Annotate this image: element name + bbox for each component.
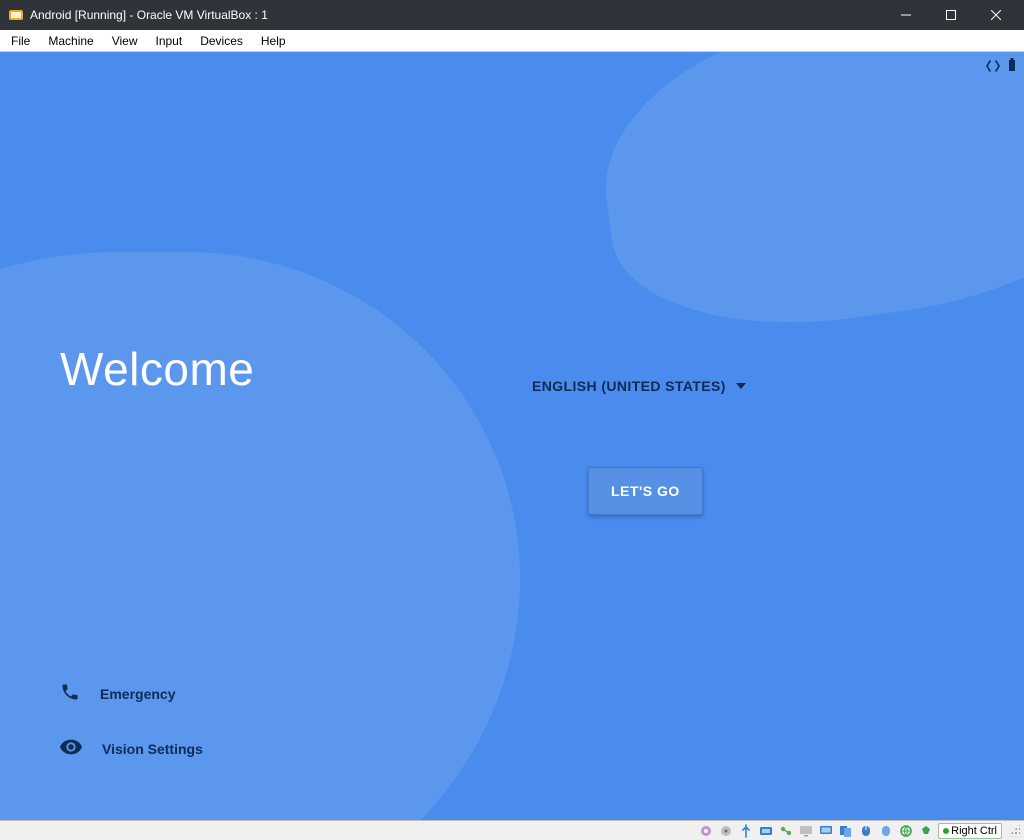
chevron-down-icon: [736, 383, 746, 389]
vision-settings-label: Vision Settings: [102, 741, 203, 757]
menubar-item-view[interactable]: View: [103, 30, 147, 52]
host-key-indicator[interactable]: Right Ctrl: [938, 823, 1002, 839]
decoration-wave: [586, 52, 1024, 350]
menubar: File Machine View Input Devices Help: [0, 30, 1024, 52]
network-icon[interactable]: [898, 823, 914, 839]
audio-icon[interactable]: [878, 823, 894, 839]
welcome-heading: Welcome: [60, 342, 254, 396]
emergency-button[interactable]: Emergency: [60, 682, 203, 705]
usb-icon[interactable]: [738, 823, 754, 839]
android-status-bar: [986, 58, 1016, 77]
clipboard-icon[interactable]: [838, 823, 854, 839]
recording-icon[interactable]: [818, 823, 834, 839]
phone-icon: [60, 682, 80, 705]
lets-go-button[interactable]: LET'S GO: [588, 467, 703, 515]
language-label: ENGLISH (UNITED STATES): [532, 378, 726, 394]
eye-icon: [60, 739, 82, 758]
menubar-item-devices[interactable]: Devices: [191, 30, 252, 52]
menubar-item-help[interactable]: Help: [252, 30, 295, 52]
virtualbox-icon: [8, 7, 24, 23]
mouse-integration-icon[interactable]: [858, 823, 874, 839]
host-key-label: Right Ctrl: [951, 825, 997, 837]
setup-bottom-actions: Emergency Vision Settings: [60, 682, 203, 758]
virtualbox-status-bar: Right Ctrl: [0, 820, 1024, 840]
vision-settings-button[interactable]: Vision Settings: [60, 739, 203, 758]
minimize-button[interactable]: [883, 0, 928, 30]
settings-icon[interactable]: [698, 823, 714, 839]
hdd-icon[interactable]: [718, 823, 734, 839]
menubar-item-file[interactable]: File: [2, 30, 39, 52]
window-titlebar: Android [Running] - Oracle VM VirtualBox…: [0, 0, 1024, 30]
close-button[interactable]: [973, 0, 1018, 30]
code-icon: [986, 59, 1000, 77]
lets-go-label: LET'S GO: [611, 483, 680, 499]
window-resize-grip[interactable]: [1008, 825, 1020, 837]
emergency-label: Emergency: [100, 686, 175, 702]
maximize-button[interactable]: [928, 0, 973, 30]
vrde-icon[interactable]: [758, 823, 774, 839]
hostkey-led-icon: [943, 828, 949, 834]
guest-display[interactable]: Welcome ENGLISH (UNITED STATES) LET'S GO…: [0, 52, 1024, 820]
window-title: Android [Running] - Oracle VM VirtualBox…: [30, 8, 883, 22]
battery-icon: [1008, 58, 1016, 77]
menubar-item-input[interactable]: Input: [147, 30, 192, 52]
language-picker[interactable]: ENGLISH (UNITED STATES): [532, 378, 746, 394]
display-icon[interactable]: [798, 823, 814, 839]
cpu-icon[interactable]: [918, 823, 934, 839]
menubar-item-machine[interactable]: Machine: [39, 30, 102, 52]
shared-folder-icon[interactable]: [778, 823, 794, 839]
